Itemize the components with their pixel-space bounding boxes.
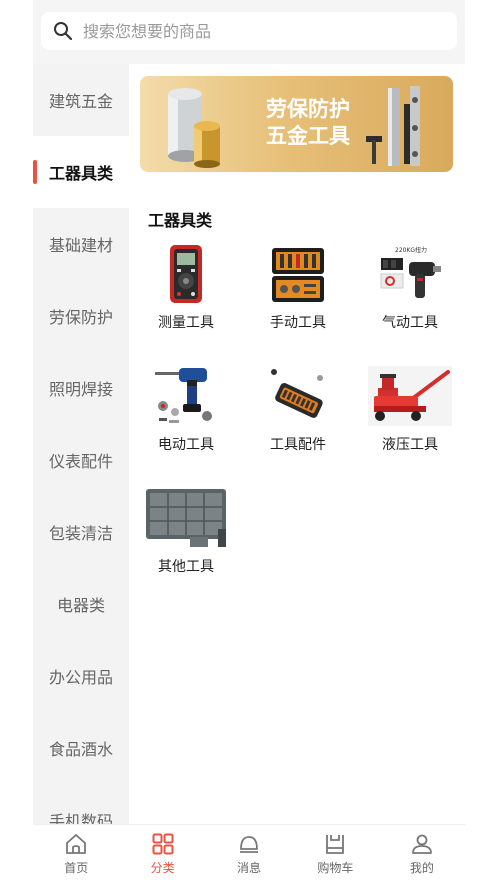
category-sidebar: 建筑五金 工器具类 基础建材 劳保防护 照明焊接 仪表配件 包装清洁 电器类 办… [33, 64, 129, 824]
sidebar-item-labor-protection[interactable]: 劳保防护 [33, 280, 129, 352]
sidebar-item-tools[interactable]: 工器具类 [33, 136, 129, 208]
category-item-pneumatic[interactable]: 220KG扭力 气动工具 [365, 242, 455, 352]
banner-text: 劳保防护 五金工具 [248, 96, 368, 150]
screwdriver-set-icon [256, 364, 340, 428]
tab-label: 消息 [237, 861, 262, 875]
impact-wrench-icon: 220KG扭力 [368, 242, 452, 306]
category-label: 气动工具 [382, 315, 438, 331]
tab-label: 首页 [64, 861, 89, 875]
bell-icon [240, 836, 259, 853]
cart-icon [326, 835, 345, 854]
grid-icon [152, 833, 174, 855]
tab-cart[interactable]: 购物车 [292, 825, 378, 883]
toolbox-icon [256, 242, 340, 306]
tab-label: 我的 [409, 861, 434, 875]
sidebar-item-digital[interactable]: 手机数码 [33, 784, 129, 824]
storage-box-icon [144, 486, 228, 550]
section-title: 工器具类 [148, 211, 213, 230]
sidebar-item-food-drinks[interactable]: 食品酒水 [33, 712, 129, 784]
tab-label: 分类 [150, 861, 175, 875]
category-content: 劳保防护 五金工具 工器具类 测量工具 手动工具 220KG扭力 气动工具 电动… [129, 64, 465, 824]
electric-drill-icon [144, 364, 228, 428]
category-item-accessories[interactable]: 工具配件 [253, 364, 343, 474]
category-item-measuring[interactable]: 测量工具 [141, 242, 231, 352]
tab-profile[interactable]: 我的 [379, 825, 465, 883]
home-icon [66, 834, 87, 854]
category-item-other[interactable]: 其他工具 [141, 486, 231, 596]
sidebar-item-electrical[interactable]: 电器类 [33, 568, 129, 640]
multimeter-icon [144, 242, 228, 306]
category-page: 建筑五金 工器具类 基础建材 劳保防护 照明焊接 仪表配件 包装清洁 电器类 办… [0, 0, 497, 883]
promo-banner[interactable]: 劳保防护 五金工具 [140, 76, 453, 172]
category-item-hydraulic[interactable]: 液压工具 [365, 364, 455, 474]
search-bar-area [33, 0, 465, 64]
category-label: 液压工具 [382, 437, 438, 453]
search-icon [54, 22, 73, 41]
sidebar-item-office-supplies[interactable]: 办公用品 [33, 640, 129, 712]
bottom-tab-bar: 首页 分类 消息 购物车 我的 [33, 824, 465, 883]
sidebar-item-instruments[interactable]: 仪表配件 [33, 424, 129, 496]
tab-category[interactable]: 分类 [119, 825, 205, 883]
sidebar-item-packaging-cleaning[interactable]: 包装清洁 [33, 496, 129, 568]
search-box[interactable] [41, 12, 457, 50]
category-label: 测量工具 [158, 315, 214, 331]
banner-line-2: 五金工具 [266, 124, 350, 148]
hydraulic-jack-icon [368, 364, 452, 428]
sidebar-item-lighting-welding[interactable]: 照明焊接 [33, 352, 129, 424]
svg-text:220KG扭力: 220KG扭力 [395, 246, 427, 254]
category-item-power-tools[interactable]: 电动工具 [141, 364, 231, 474]
banner-line-1: 劳保防护 [266, 97, 350, 121]
user-icon [411, 834, 432, 854]
sidebar-item-building-hardware[interactable]: 建筑五金 [33, 64, 129, 136]
tab-messages[interactable]: 消息 [206, 825, 292, 883]
category-label: 电动工具 [158, 437, 214, 453]
tab-home[interactable]: 首页 [33, 825, 119, 883]
category-item-hand-tools[interactable]: 手动工具 [253, 242, 343, 352]
category-label: 工具配件 [270, 437, 326, 453]
tab-label: 购物车 [317, 861, 354, 875]
category-label: 其他工具 [158, 559, 214, 575]
sidebar-item-building-materials[interactable]: 基础建材 [33, 208, 129, 280]
category-label: 手动工具 [270, 315, 326, 331]
search-input[interactable] [83, 21, 443, 41]
